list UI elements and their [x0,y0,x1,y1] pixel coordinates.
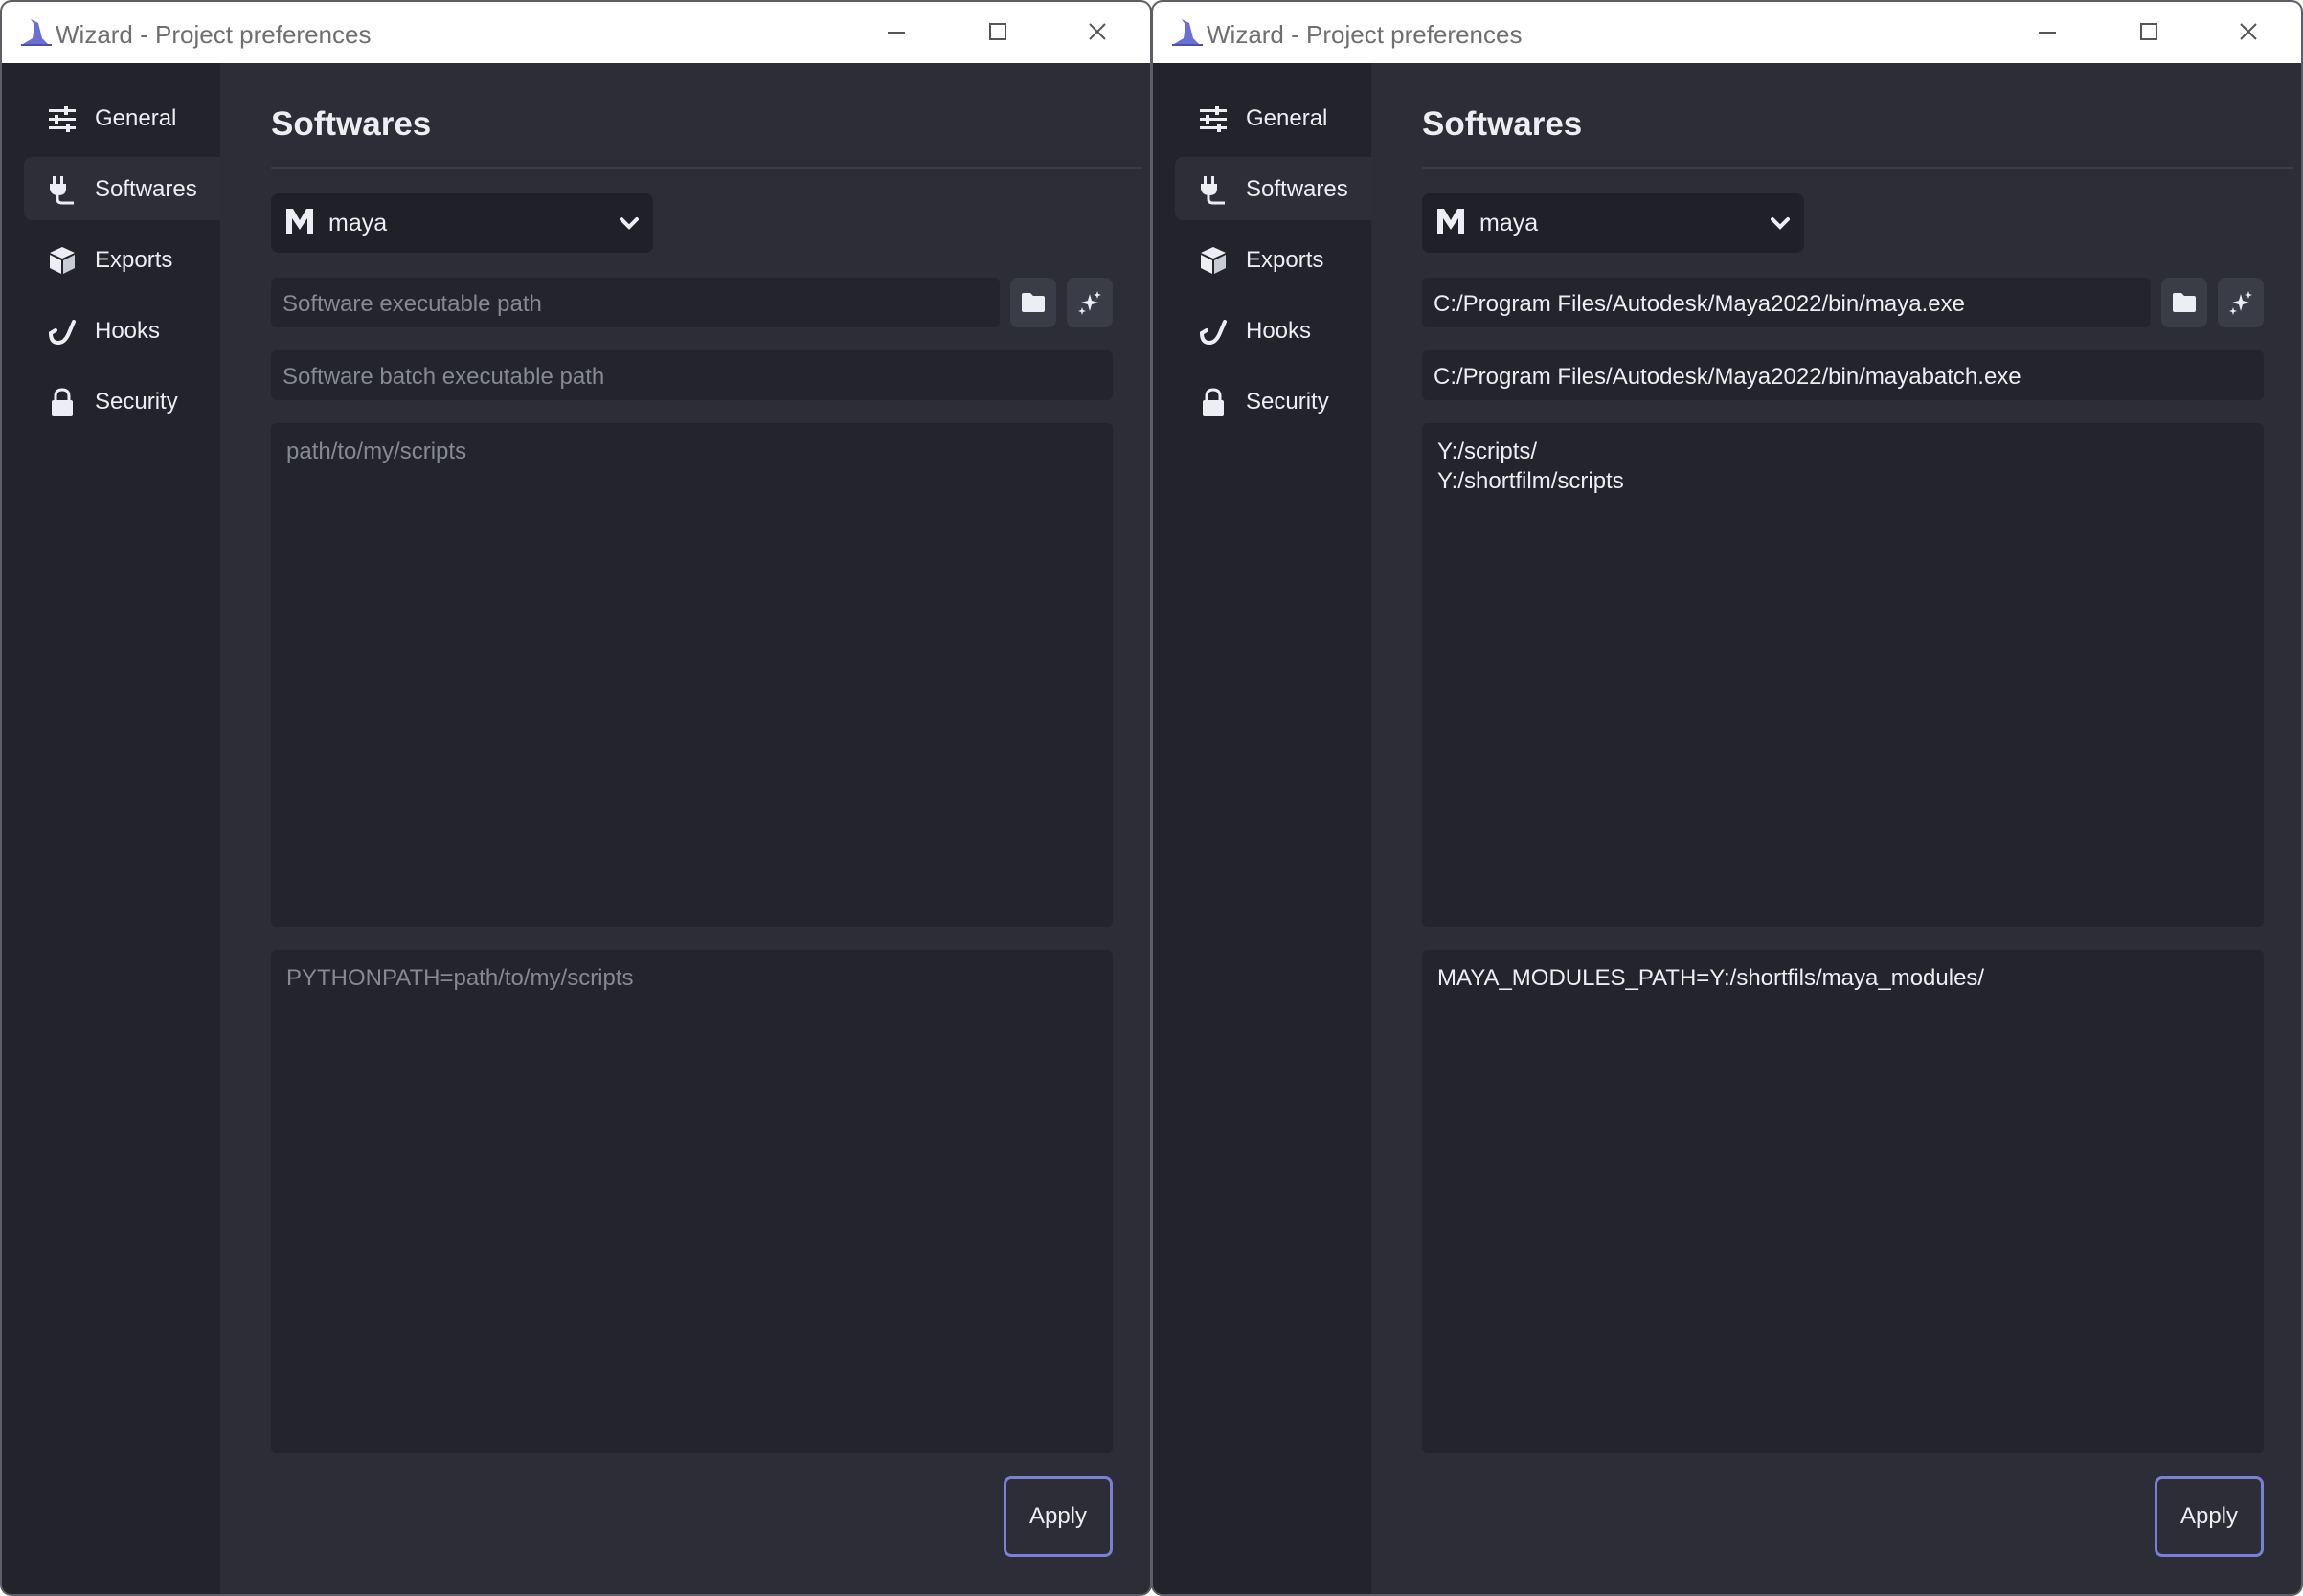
folder-icon [1022,293,1045,312]
minimize-button[interactable] [2031,15,2064,48]
maximize-icon [989,23,1006,40]
sliders-icon [49,106,76,132]
software-select[interactable]: maya [1422,193,1804,253]
close-icon [1089,23,1106,40]
page-title: Softwares [1422,105,1583,143]
page-title: Softwares [271,105,432,143]
sidebar-item-exports[interactable]: Exports [24,228,220,291]
sidebar-item-label: Security [95,389,178,415]
wizard-hat-icon [21,19,52,46]
sidebar-item-label: Hooks [95,318,161,344]
software-select-value: maya [1479,210,1539,236]
sidebar-item-label: Hooks [1246,318,1312,344]
sidebar-item-general[interactable]: General [24,86,220,149]
software-select[interactable]: maya [271,193,653,253]
apply-button[interactable]: Apply [1004,1476,1113,1557]
browse-folder-button[interactable] [1010,278,1056,327]
hook-icon [49,320,76,346]
maya-logo-icon [1437,209,1464,234]
sliders-icon [1200,106,1227,132]
sidebar-item-softwares[interactable]: Softwares [1175,157,1371,220]
close-button[interactable] [1081,15,1114,48]
environment-textarea[interactable]: MAYA_MODULES_PATH=Y:/shortfils/maya_modu… [1422,950,2264,1453]
script-path-line: Y:/shortfilm/scripts [1437,468,1624,494]
chevron-down-icon [620,217,639,230]
title-divider [271,167,1142,169]
folder-icon [2173,293,2196,312]
hook-icon [1200,320,1227,346]
sparkles-icon [1078,291,1101,315]
sidebar-item-general[interactable]: General [1175,86,1371,149]
batch-executable-path-input[interactable]: Software batch executable path [271,350,1113,400]
wizard-hat-icon [1172,19,1203,46]
sidebar-item-label: Exports [95,247,173,273]
software-select-value: maya [328,210,388,236]
lock-icon [52,388,73,416]
window-title: Wizard - Project preferences [56,20,372,49]
maximize-button[interactable] [981,15,1013,48]
title-bar[interactable]: Wizard - Project preferences [2,2,1150,63]
apply-button[interactable]: Apply [2155,1476,2264,1557]
sidebar-item-hooks[interactable]: Hooks [24,299,220,362]
close-button[interactable] [2232,15,2265,48]
executable-path-input[interactable]: Software executable path [271,278,1000,327]
main-content: Softwares maya Software executable path [220,63,1150,1594]
sidebar-item-label: Exports [1246,247,1324,273]
env-variable-line: MAYA_MODULES_PATH=Y:/shortfils/maya_modu… [1437,965,1985,991]
sidebar-item-softwares[interactable]: Softwares [24,157,220,220]
maximize-button[interactable] [2132,15,2164,48]
script-path-line: Y:/scripts/ [1437,438,1538,464]
preferences-window: Wizard - Project preferences General Sof… [1151,0,2303,1596]
sidebar-item-security[interactable]: Security [24,370,220,433]
main-content: Softwares maya C:/Program Files/Autodesk… [1371,63,2301,1594]
auto-detect-button[interactable] [1067,278,1113,327]
box-icon [50,247,75,274]
chevron-down-icon [1771,217,1790,230]
batch-executable-path-input[interactable]: C:/Program Files/Autodesk/Maya2022/bin/m… [1422,350,2264,400]
preferences-window: Wizard - Project preferences General Sof… [0,0,1152,1596]
sidebar: General Softwares Exports Hooks Security [2,63,220,1594]
sidebar-item-label: Security [1246,389,1329,415]
title-bar[interactable]: Wizard - Project preferences [1153,2,2301,63]
textarea-placeholder: PYTHONPATH=path/to/my/scripts [286,965,634,991]
sidebar-item-label: Softwares [95,176,197,202]
executable-path-input[interactable]: C:/Program Files/Autodesk/Maya2022/bin/m… [1422,278,2151,327]
window-title: Wizard - Project preferences [1207,20,1523,49]
sparkles-icon [2229,291,2252,315]
sidebar-item-label: General [1246,105,1328,131]
plug-icon [1201,176,1225,205]
auto-detect-button[interactable] [2218,278,2264,327]
sidebar-item-label: Softwares [1246,176,1348,202]
sidebar-item-exports[interactable]: Exports [1175,228,1371,291]
maximize-icon [2140,23,2157,40]
box-icon [1201,247,1226,274]
scripts-paths-textarea[interactable]: path/to/my/scripts [271,423,1113,927]
sidebar-item-label: General [95,105,177,131]
minimize-icon [888,32,905,34]
sidebar-item-security[interactable]: Security [1175,370,1371,433]
lock-icon [1203,388,1224,416]
minimize-icon [2039,32,2056,34]
maya-logo-icon [286,209,313,234]
scripts-paths-textarea[interactable]: Y:/scripts/ Y:/shortfilm/scripts [1422,423,2264,927]
plug-icon [50,176,74,205]
environment-textarea[interactable]: PYTHONPATH=path/to/my/scripts [271,950,1113,1453]
sidebar-item-hooks[interactable]: Hooks [1175,299,1371,362]
browse-folder-button[interactable] [2161,278,2207,327]
title-divider [1422,167,2293,169]
textarea-placeholder: path/to/my/scripts [286,438,467,464]
close-icon [2240,23,2257,40]
minimize-button[interactable] [880,15,913,48]
sidebar: General Softwares Exports Hooks Security [1153,63,1371,1594]
